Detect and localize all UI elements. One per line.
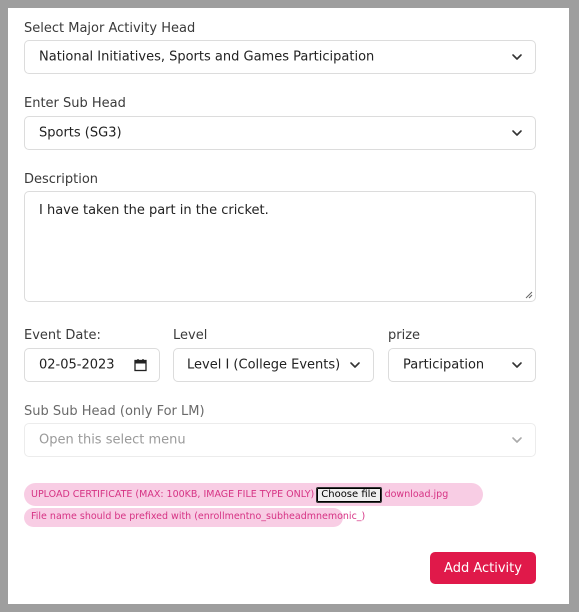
calendar-icon[interactable] xyxy=(134,359,147,372)
choose-file-button[interactable]: Choose file xyxy=(316,487,382,503)
chevron-down-icon xyxy=(512,362,522,368)
chevron-down-icon xyxy=(512,54,522,60)
major-head-value: National Initiatives, Sports and Games P… xyxy=(39,49,375,65)
chevron-down-icon xyxy=(350,362,360,368)
prize-value: Participation xyxy=(403,357,485,373)
resize-grip-icon[interactable] xyxy=(524,290,533,299)
upload-label: UPLOAD CERTIFICATE (MAX: 100KB, IMAGE FI… xyxy=(31,489,315,500)
chevron-down-icon xyxy=(512,437,522,443)
upload-certificate-field: UPLOAD CERTIFICATE (MAX: 100KB, IMAGE FI… xyxy=(24,483,483,506)
level-select[interactable]: Level I (College Events) xyxy=(173,348,374,382)
event-date-value: 02-05-2023 xyxy=(39,357,115,373)
selected-file-name: download.jpg xyxy=(384,489,449,500)
sub-sub-head-select[interactable]: Open this select menu xyxy=(24,423,536,457)
chevron-down-icon xyxy=(512,130,522,136)
major-head-label: Select Major Activity Head xyxy=(24,21,196,36)
event-date-label: Event Date: xyxy=(24,328,101,343)
sub-sub-head-placeholder: Open this select menu xyxy=(39,432,186,448)
prize-select[interactable]: Participation xyxy=(388,348,536,382)
file-name-hint: File name should be prefixed with (enrol… xyxy=(24,508,365,527)
activity-form: Select Major Activity Head National Init… xyxy=(8,8,569,604)
sub-head-value: Sports (SG3) xyxy=(39,125,122,141)
event-date-input[interactable]: 02-05-2023 xyxy=(24,348,160,382)
prize-label: prize xyxy=(388,328,421,343)
level-value: Level I (College Events) xyxy=(187,357,341,373)
sub-head-label: Enter Sub Head xyxy=(24,96,126,111)
description-textarea[interactable] xyxy=(24,191,536,302)
add-activity-button[interactable]: Add Activity xyxy=(430,552,536,584)
description-label: Description xyxy=(24,172,99,187)
sub-head-select[interactable]: Sports (SG3) xyxy=(24,116,536,150)
major-head-select[interactable]: National Initiatives, Sports and Games P… xyxy=(24,40,536,74)
level-label: Level xyxy=(173,328,208,343)
sub-sub-head-label: Sub Sub Head (only For LM) xyxy=(24,404,205,419)
